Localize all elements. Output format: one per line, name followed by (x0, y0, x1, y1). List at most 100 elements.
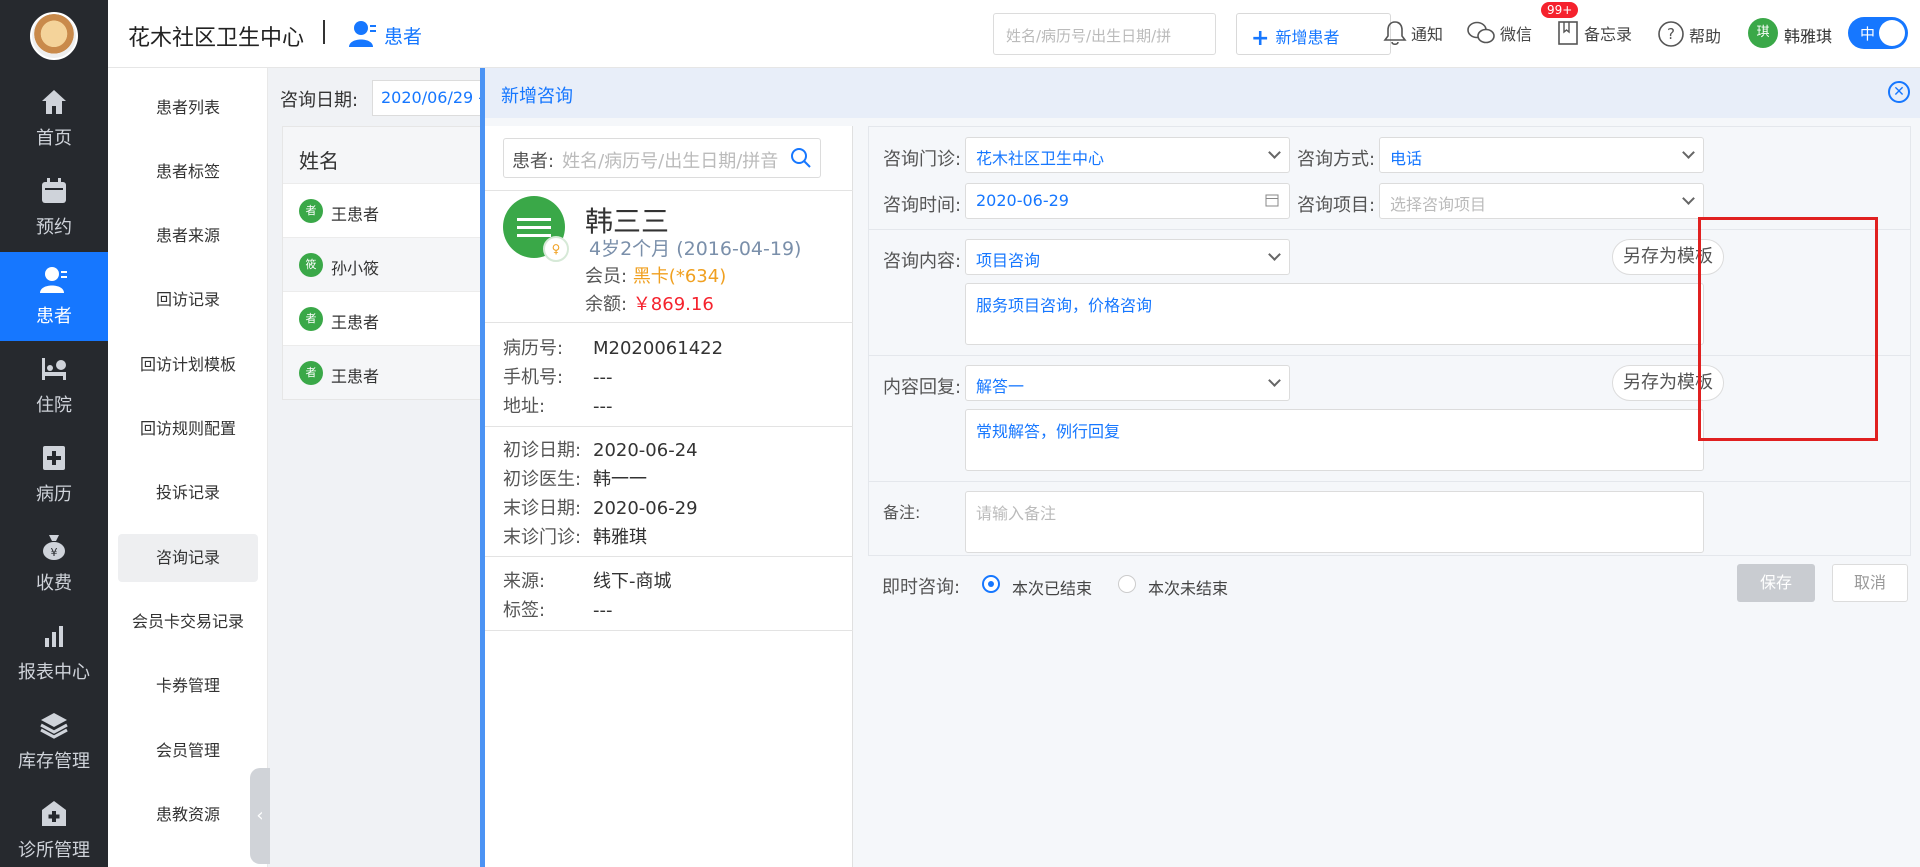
item-select[interactable]: 选择咨询项目 (1379, 183, 1704, 219)
search-icon[interactable] (790, 147, 812, 169)
patient-search-input[interactable]: 患者: 姓名/病历号/出生日期/拼音 (503, 138, 821, 178)
add-patient-button[interactable]: + 新增患者 (1236, 13, 1391, 55)
nav-item-inpatient[interactable]: 住院 (0, 341, 108, 430)
radio-ended[interactable] (982, 575, 1000, 593)
wechat-button[interactable]: 微信 (1466, 20, 1532, 46)
header-separator (323, 20, 325, 44)
radio-not-ended[interactable] (1118, 575, 1136, 593)
save-button[interactable]: 保存 (1737, 564, 1815, 602)
nav-label: 首页 (36, 128, 72, 149)
radio-ended-label[interactable]: 本次已结束 (1012, 575, 1092, 599)
member-label: 会员: (585, 266, 628, 287)
patient-badge: 筱 (299, 253, 323, 277)
top-header: 花木社区卫生中心 患者 姓名/病历号/出生日期/拼 + 新增患者 通知 99+ 微… (108, 0, 1920, 68)
nav-item-medical-record[interactable]: 病历 (0, 430, 108, 519)
drawer-header: 新增咨询 ✕ (485, 68, 1920, 118)
notification-button[interactable]: 通知 (1383, 20, 1443, 46)
bar-chart-icon (45, 626, 63, 647)
subnav-item[interactable]: 回访记录 (118, 276, 258, 324)
current-section-label: 患者 (384, 26, 423, 48)
chevron-down-icon (1268, 248, 1281, 261)
medical-record-icon (43, 446, 65, 470)
subnav-item-active[interactable]: 咨询记录 (118, 534, 258, 582)
patient-badge: 者 (299, 307, 323, 331)
time-label: 咨询时间: (883, 195, 962, 216)
subnav-item[interactable]: 患者列表 (118, 84, 258, 132)
subnav-item[interactable]: 卡券管理 (118, 662, 258, 710)
main-nav: 首页 预约 患者 住院 病历 ¥ 收费 报表中心 库存管理 诊所管理 (0, 0, 108, 867)
table-row[interactable]: 者王患者 (283, 183, 483, 237)
nav-label: 收费 (36, 573, 72, 594)
info-row-source: 来源: 线下-商城 (503, 571, 672, 592)
patient-name: 王患者 (331, 205, 380, 224)
patient-search-placeholder: 姓名/病历号/出生日期/拼音 (562, 151, 779, 172)
bell-icon (1383, 21, 1407, 46)
nav-label: 预约 (36, 217, 72, 238)
user-avatar[interactable]: 琪 (1748, 18, 1778, 48)
wechat-label: 微信 (1500, 25, 1533, 44)
memo-button[interactable]: 备忘录 (1556, 20, 1632, 46)
patient-membership: 会员: 黑卡(*634) (585, 262, 726, 288)
nav-label: 诊所管理 (18, 840, 90, 861)
notification-label: 通知 (1411, 25, 1444, 44)
divider (869, 481, 1910, 482)
nav-item-home[interactable]: 首页 (0, 74, 108, 163)
chevron-left-icon: ‹ (256, 805, 264, 826)
filter-date-input[interactable]: 2020/06/29 - (372, 80, 482, 116)
user-name[interactable]: 韩雅琪 (1784, 23, 1832, 47)
subnav-item[interactable]: 患者来源 (118, 212, 258, 260)
avatar-pattern (517, 218, 551, 221)
nav-item-clinic-management[interactable]: 诊所管理 (0, 786, 108, 867)
chevron-down-icon (1682, 192, 1695, 205)
patient-name: 王患者 (331, 367, 380, 386)
patient-balance: 余额: ￥869.16 (585, 290, 714, 316)
radio-not-ended-label[interactable]: 本次未结束 (1148, 575, 1228, 599)
subnav-item[interactable]: 回访计划模板 (118, 341, 258, 389)
subnav-item[interactable]: 患者标签 (118, 148, 258, 196)
reply-textarea[interactable]: 常规解答，例行回复 (965, 409, 1704, 471)
subnav-item[interactable]: 会员管理 (118, 727, 258, 775)
collapse-sidebar-button[interactable]: ‹ (250, 768, 270, 864)
method-select[interactable]: 电话 (1379, 137, 1704, 173)
subnav-item[interactable]: 会员卡交易记录 (118, 598, 258, 646)
patient-icon (349, 21, 376, 47)
nav-item-inventory[interactable]: 库存管理 (0, 697, 108, 786)
close-icon[interactable]: ✕ (1888, 81, 1910, 103)
patient-search-label: 患者: (512, 151, 555, 172)
plus-icon: + (1251, 26, 1270, 51)
subnav-item[interactable]: 回访规则配置 (118, 405, 258, 453)
reply-label: 内容回复: (883, 377, 962, 398)
patient-name: 孙小筱 (331, 259, 380, 278)
info-row-phone: 手机号: --- (503, 367, 613, 388)
column-header-name: 姓名 (283, 127, 483, 183)
nav-item-billing[interactable]: ¥ 收费 (0, 519, 108, 608)
content-template-select[interactable]: 项目咨询 (965, 239, 1290, 275)
bed-icon (42, 358, 66, 380)
info-row-first-visit: 初诊日期: 2020-06-24 (503, 440, 698, 461)
language-toggle[interactable]: 中 (1848, 17, 1908, 49)
table-row[interactable]: 者王患者 (283, 291, 483, 345)
cancel-button[interactable]: 取消 (1832, 564, 1908, 602)
note-textarea[interactable]: 请输入备注 (965, 491, 1704, 553)
highlight-annotation-box (1698, 217, 1878, 441)
toggle-knob (1879, 20, 1905, 46)
subnav-item[interactable]: 投诉记录 (118, 469, 258, 517)
method-label: 咨询方式: (1297, 149, 1376, 170)
nav-item-appointment[interactable]: 预约 (0, 163, 108, 252)
layers-icon (40, 713, 68, 739)
calendar-icon (1265, 194, 1279, 207)
patient-subnav: 患者列表 患者标签 患者来源 回访记录 回访计划模板 回访规则配置 投诉记录 咨… (108, 68, 268, 867)
clinic-select[interactable]: 花木社区卫生中心 (965, 137, 1290, 173)
content-textarea[interactable]: 服务项目咨询，价格咨询 (965, 283, 1704, 345)
time-picker[interactable]: 2020-06-29 (965, 183, 1290, 219)
reply-template-select[interactable]: 解答一 (965, 365, 1290, 401)
help-button[interactable]: ? 帮助 (1657, 20, 1721, 48)
subnav-item[interactable]: 患教资源 (118, 791, 258, 839)
nav-label: 报表中心 (18, 662, 90, 683)
nav-item-patient[interactable]: 患者 (0, 252, 108, 341)
table-row[interactable]: 筱孙小筱 (283, 237, 483, 291)
table-row[interactable]: 者王患者 (283, 345, 483, 399)
header-search-input[interactable]: 姓名/病历号/出生日期/拼 (993, 13, 1216, 55)
consult-table: 姓名 者王患者 筱孙小筱 者王患者 者王患者 (282, 126, 483, 400)
nav-item-reports[interactable]: 报表中心 (0, 608, 108, 697)
